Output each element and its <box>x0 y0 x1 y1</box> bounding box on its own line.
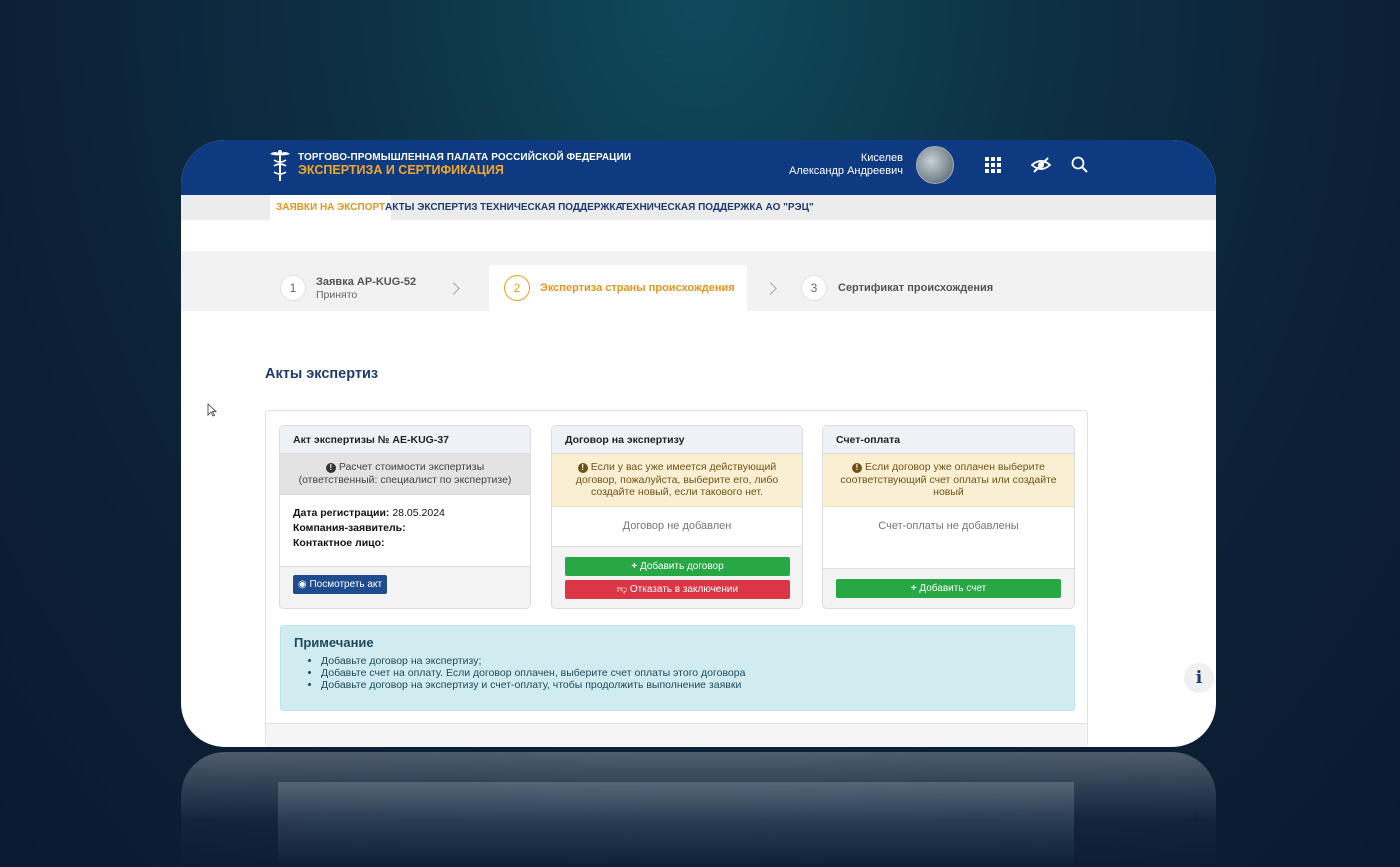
reject-conclusion-button[interactable]: 👎︎ Отказать в заключении <box>565 580 790 599</box>
caduceus-logo-icon <box>270 150 290 181</box>
step-3-title[interactable]: Сертификат происхождения <box>838 282 993 294</box>
chevron-right-icon <box>764 282 777 295</box>
reflection-note <box>278 782 1074 867</box>
contact-row: Контактное лицо: <box>293 536 517 551</box>
note-box: Примечание Добавьте договор на экспертиз… <box>280 625 1075 711</box>
user-last-name: Киселев <box>860 152 903 164</box>
nav-item-expert-acts[interactable]: АКТЫ ЭКСПЕРТИЗ <box>379 195 484 220</box>
note-list: Добавьте договор на экспертизу; Добавьте… <box>321 655 745 691</box>
step-3-number: 3 <box>801 275 827 301</box>
contract-card: Договор на экспертизу ! Если у вас уже им… <box>551 425 803 609</box>
app-window: ТОРГОВО-ПРОМЫШЛЕННАЯ ПАЛАТА РОССИЙСКОЙ Ф… <box>181 140 1216 747</box>
invoice-card-title: Счет-оплата <box>823 426 1074 454</box>
act-card-title: Акт экспертизы № AE-KUG-37 <box>280 426 530 454</box>
progress-stepper: 1 Заявка AP-KUG-52 Принято 2 Экспертиза … <box>181 251 1216 311</box>
user-first-name: Александр Андреевич <box>789 165 903 177</box>
plus-icon: + <box>631 561 638 572</box>
visibility-off-icon[interactable] <box>1030 154 1052 176</box>
avatar[interactable] <box>916 146 954 184</box>
invoice-empty-text: Счет-оплаты не добавлены <box>878 520 1019 532</box>
user-name[interactable]: Киселев Александр Андреевич <box>789 152 903 178</box>
add-invoice-button[interactable]: + Добавить счет <box>836 579 1061 598</box>
top-header: ТОРГОВО-ПРОМЫШЛЕННАЯ ПАЛАТА РОССИЙСКОЙ Ф… <box>181 140 1216 195</box>
note-item: Добавьте договор на экспертизу и счет-оп… <box>321 679 745 691</box>
org-subtitle: ЭКСПЕРТИЗА И СЕРТИФИКАЦИЯ <box>298 163 504 177</box>
exclamation-icon: ! <box>325 463 336 473</box>
contract-card-title: Договор на экспертизу <box>552 426 802 454</box>
step-2-title[interactable]: Экспертиза страны происхождения <box>540 282 735 294</box>
registration-date-label: Дата регистрации: <box>293 507 390 519</box>
contract-card-footer: + Добавить договор 👎︎ Отказать в заключе… <box>552 546 802 608</box>
company-row: Компания-заявитель: <box>293 521 517 536</box>
apps-grid-icon[interactable] <box>982 154 1004 176</box>
company-label: Компания-заявитель: <box>293 522 406 534</box>
invoice-card: Счет-оплата ! Если договор уже оплачен вы… <box>822 425 1075 609</box>
registration-date-value: 28.05.2024 <box>392 507 445 519</box>
section-title: Акты экспертиз <box>265 366 379 382</box>
eye-icon: ◉ <box>297 579 307 590</box>
registration-date-row: Дата регистрации: 28.05.2024 <box>293 506 517 521</box>
contract-empty-text: Договор не добавлен <box>622 520 732 532</box>
nav-item-tech-support[interactable]: ТЕХНИЧЕСКАЯ ПОДДЕРЖКА <box>474 195 629 220</box>
mouse-cursor-icon <box>207 403 217 417</box>
step-2-number: 2 <box>504 275 530 301</box>
act-card-footer: ◉ Посмотреть акт <box>280 566 530 608</box>
view-act-button[interactable]: ◉ Посмотреть акт <box>293 575 387 594</box>
nav-item-export-requests[interactable]: ЗАЯВКИ НА ЭКСПОРТ <box>270 195 392 220</box>
act-details: Дата регистрации: 28.05.2024 Компания-за… <box>280 495 530 551</box>
nav-item-tech-support-rec[interactable]: ТЕХНИЧЕСКАЯ ПОДДЕРЖКА АО "РЭЦ" <box>614 195 820 220</box>
note-title: Примечание <box>294 635 374 650</box>
exclamation-icon: ! <box>577 463 588 473</box>
note-item: Добавьте счет на оплату. Если договор оп… <box>321 667 745 679</box>
window-reflection: i <box>181 752 1216 867</box>
invoice-warning-message: ! Если договор уже оплачен выберите соотв… <box>823 454 1074 507</box>
add-contract-button[interactable]: + Добавить договор <box>565 557 790 576</box>
invoice-card-footer: + Добавить счет <box>823 568 1074 608</box>
info-icon[interactable]: i <box>1184 663 1214 693</box>
thumbs-down-icon: 👎︎ <box>616 584 628 595</box>
step-1-subtitle: Принято <box>316 289 358 301</box>
panel-footer <box>266 723 1087 747</box>
plus-icon: + <box>910 583 917 594</box>
step-1-number: 1 <box>280 275 306 301</box>
org-name: ТОРГОВО-ПРОМЫШЛЕННАЯ ПАЛАТА РОССИЙСКОЙ Ф… <box>298 152 632 163</box>
search-icon[interactable] <box>1069 154 1091 176</box>
act-status-message: ! Расчет стоимости экспертизы (ответствен… <box>280 454 530 495</box>
info-icon-reflection: i <box>1193 807 1199 829</box>
exclamation-icon: ! <box>851 463 862 473</box>
main-nav: ЗАЯВКИ НА ЭКСПОРТ АКТЫ ЭКСПЕРТИЗ ТЕХНИЧЕ… <box>181 195 1216 220</box>
contract-warning-message: ! Если у вас уже имеется действующий дого… <box>552 454 802 507</box>
contact-label: Контактное лицо: <box>293 537 385 549</box>
acts-panel: Акт экспертизы № AE-KUG-37 ! Расчет стоим… <box>265 410 1088 747</box>
note-item: Добавьте договор на экспертизу; <box>321 655 745 667</box>
step-1-title[interactable]: Заявка AP-KUG-52 <box>316 276 416 288</box>
act-card: Акт экспертизы № AE-KUG-37 ! Расчет стоим… <box>279 425 531 609</box>
chevron-right-icon <box>447 282 460 295</box>
